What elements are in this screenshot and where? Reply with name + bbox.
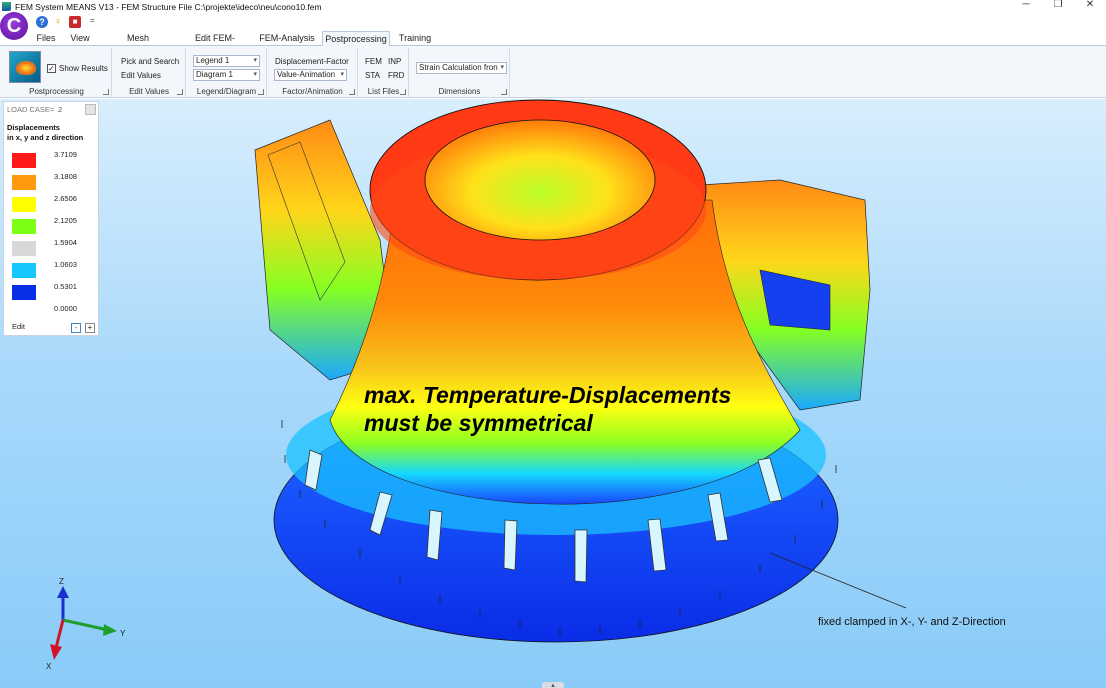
- tab-fem-analysis[interactable]: FEM-Analysis: [258, 31, 316, 46]
- group-legend-diagram: Legend 1 ▾ Diagram 1 ▾ Legend/Diagram: [187, 48, 267, 97]
- restore-icon[interactable]: ❐: [1042, 0, 1074, 13]
- key-icon[interactable]: ♀: [54, 16, 66, 28]
- legend-value: 0.0000: [54, 304, 77, 313]
- legend-swatch: [12, 197, 36, 212]
- legend-title: Displacements in x, y and z direction: [7, 123, 83, 143]
- value-animation-select[interactable]: Value-Animation ▾: [274, 69, 347, 81]
- minimize-icon[interactable]: ─: [1010, 0, 1042, 13]
- load-case-label: LOAD CASE=: [7, 105, 55, 114]
- axis-y-label: Y: [120, 629, 126, 638]
- legend-select[interactable]: Legend 1 ▾: [193, 55, 260, 67]
- close-icon[interactable]: ✕: [1074, 0, 1106, 13]
- edit-legend-label[interactable]: Edit: [12, 322, 25, 331]
- window-title: FEM System MEANS V13 - FEM Structure Fil…: [15, 1, 322, 12]
- legend-value: 0.5301: [54, 282, 77, 291]
- chevron-down-icon: ▾: [253, 57, 257, 64]
- annotation-line1: max. Temperature-Displacements: [364, 382, 732, 408]
- edit-values-button[interactable]: Edit Values: [121, 71, 161, 80]
- customize-toolbar-icon[interactable]: =: [90, 16, 102, 28]
- load-case-button[interactable]: [85, 104, 96, 115]
- annotation-line2: must be symmetrical: [364, 410, 593, 436]
- displacement-factor-button[interactable]: Displacement-Factor: [275, 57, 349, 66]
- legend-swatch: [12, 175, 36, 190]
- group-dimensions: Strain Calculation fron ▾ Dimensions: [410, 48, 510, 97]
- group-caption: Dimensions: [438, 87, 481, 96]
- dialog-launcher-icon[interactable]: [258, 89, 264, 95]
- show-results-checkbox[interactable]: ✓: [47, 64, 56, 73]
- pick-and-search-button[interactable]: Pick and Search: [121, 57, 179, 66]
- tab-mesh-generation[interactable]: Mesh Generation: [104, 31, 172, 57]
- legend-select-value: Legend 1: [196, 56, 230, 65]
- stop-icon[interactable]: ■: [69, 16, 81, 28]
- diagram-select[interactable]: Diagram 1 ▾: [193, 69, 260, 81]
- strain-calculation-select[interactable]: Strain Calculation fron ▾: [416, 62, 507, 74]
- group-caption: Legend/Diagram: [196, 87, 257, 96]
- dialog-launcher-icon[interactable]: [400, 89, 406, 95]
- group-edit-values: Pick and Search Edit Values Edit Values: [113, 48, 186, 97]
- legend-value: 2.6506: [54, 194, 77, 203]
- legend-value: 1.5904: [54, 238, 77, 247]
- dialog-launcher-icon[interactable]: [177, 89, 183, 95]
- postprocessing-thumbnail-icon[interactable]: [9, 51, 41, 83]
- chevron-down-icon: ▾: [500, 64, 504, 71]
- legend-value: 2.1205: [54, 216, 77, 225]
- legend-value: 3.7109: [54, 150, 77, 159]
- group-caption: Factor/Animation: [282, 87, 343, 96]
- dialog-launcher-icon[interactable]: [103, 89, 109, 95]
- ribbon: ✓ Show Results Postprocessing Pick and S…: [0, 46, 1106, 98]
- tab-view[interactable]: View: [68, 31, 92, 46]
- tab-postprocessing[interactable]: Postprocessing: [322, 31, 390, 46]
- group-factor-animation: Displacement-Factor Value-Animation ▾ Fac…: [268, 48, 358, 97]
- result-legend-panel: LOAD CASE= 2 Displacements in x, y and z…: [3, 101, 99, 336]
- value-animation-value: Value-Animation: [277, 70, 336, 79]
- legend-swatch: [12, 285, 36, 300]
- legend-value: 3.1808: [54, 172, 77, 181]
- group-postprocessing: ✓ Show Results Postprocessing: [2, 48, 112, 97]
- legend-swatch: [12, 153, 36, 168]
- list-sta-button[interactable]: STA: [365, 71, 380, 80]
- chevron-down-icon: ▾: [340, 71, 344, 78]
- ribbon-tabs: Files View Mesh Generation Edit FEM-Proj…: [0, 30, 1106, 57]
- window-controls: ─ ❐ ✕: [1010, 0, 1106, 13]
- tab-training[interactable]: Training: [396, 31, 434, 46]
- legend-title-line2: in x, y and z direction: [7, 133, 84, 142]
- list-frd-button[interactable]: FRD: [388, 71, 404, 80]
- group-list-files: FEM INP STA FRD List Files: [359, 48, 409, 97]
- fixed-clamped-note: fixed clamped in X-, Y- and Z-Direction: [818, 616, 1006, 628]
- dialog-launcher-icon[interactable]: [349, 89, 355, 95]
- legend-swatch: [12, 219, 36, 234]
- legend-swatch: [12, 241, 36, 256]
- tab-files[interactable]: Files: [34, 31, 58, 46]
- show-results-label[interactable]: Show Results: [59, 64, 108, 73]
- legend-swatch: [12, 263, 36, 278]
- scroll-handle[interactable]: ▲: [542, 682, 564, 688]
- displacement-annotation: max. Temperature-Displacements must be s…: [364, 381, 731, 437]
- axis-x-label: X: [46, 662, 52, 671]
- legend-minus-button[interactable]: -: [71, 323, 81, 333]
- list-inp-button[interactable]: INP: [388, 57, 401, 66]
- group-caption: Postprocessing: [29, 87, 84, 96]
- legend-value: 1.0603: [54, 260, 77, 269]
- strain-calculation-value: Strain Calculation fron: [419, 63, 498, 72]
- app-icon: [2, 2, 11, 11]
- tab-edit-fem-project[interactable]: Edit FEM-Project: [182, 31, 248, 57]
- load-case-value: 2: [58, 105, 63, 114]
- app-menu-logo[interactable]: C: [0, 12, 28, 40]
- dialog-launcher-icon[interactable]: [501, 89, 507, 95]
- help-icon[interactable]: ?: [36, 16, 48, 28]
- chevron-down-icon: ▾: [253, 71, 257, 78]
- diagram-select-value: Diagram 1: [196, 70, 233, 79]
- legend-plus-button[interactable]: +: [85, 323, 95, 333]
- group-caption: Edit Values: [129, 87, 169, 96]
- title-bar: FEM System MEANS V13 - FEM Structure Fil…: [0, 0, 1106, 13]
- quick-access-toolbar: [0, 13, 1106, 30]
- axis-z-label: Z: [59, 577, 64, 586]
- list-fem-button[interactable]: FEM: [365, 57, 382, 66]
- legend-title-line1: Displacements: [7, 123, 60, 132]
